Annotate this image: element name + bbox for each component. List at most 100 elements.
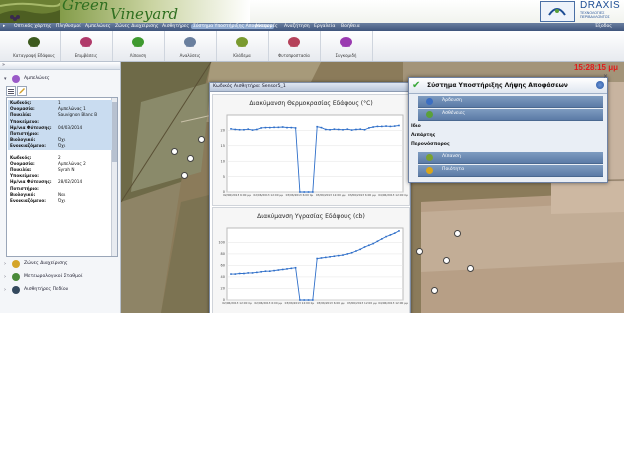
data-point[interactable] [273, 126, 275, 129]
menu-home-icon[interactable]: ▸ [3, 24, 5, 29]
data-point[interactable] [264, 270, 267, 272]
exit-link[interactable]: Έξοδος [595, 24, 612, 29]
data-point[interactable] [260, 127, 262, 129]
menu-item-management-zones[interactable]: Ζώνες Διαχείρισης [115, 24, 159, 29]
menu-item-tools[interactable]: Εργαλεία [314, 24, 335, 29]
tree-item-1[interactable]: › Μετεωρολογικοί Σταθμοί [0, 272, 120, 282]
data-point[interactable] [385, 125, 387, 127]
data-point[interactable] [389, 125, 392, 128]
data-point[interactable] [393, 232, 396, 234]
map-marker[interactable] [187, 155, 194, 162]
tool-button-4[interactable]: Κλάδεμα [216, 31, 269, 61]
data-point[interactable] [333, 255, 336, 258]
map-marker[interactable] [181, 172, 188, 179]
map-marker[interactable] [443, 257, 450, 264]
data-point[interactable] [299, 191, 301, 193]
data-point[interactable] [350, 251, 353, 254]
data-point[interactable] [294, 266, 297, 269]
map-marker[interactable] [416, 248, 423, 255]
data-point[interactable] [398, 124, 400, 127]
menu-item-reports[interactable]: Αναφορές [255, 24, 278, 29]
data-point[interactable] [234, 128, 237, 131]
data-point[interactable] [281, 126, 284, 128]
dss-item-diseases[interactable]: Ασθένειες [418, 109, 603, 121]
dss-section-2[interactable]: Λιπάρτης [409, 132, 607, 139]
tree-item-vineyards[interactable]: ▾ Αμπελώνες [0, 74, 120, 84]
data-point[interactable] [260, 270, 262, 273]
map-marker[interactable] [467, 265, 474, 272]
data-point[interactable] [286, 126, 288, 129]
tool-button-1[interactable]: Επιμβάσεις [60, 31, 113, 61]
dss-item-fertilization[interactable]: Λίπανση [418, 152, 603, 164]
data-point[interactable] [393, 125, 396, 127]
tree-item-2[interactable]: › Αισθητήρες Πεδίου [0, 285, 120, 295]
menu-item-help[interactable]: Βοήθεια [341, 24, 360, 29]
refresh-icon[interactable] [596, 81, 604, 89]
data-point[interactable] [273, 269, 275, 272]
chart-window-titlebar[interactable]: Κωδικός Αισθητήρα: Sensor5_1 [210, 83, 410, 92]
data-point[interactable] [286, 268, 288, 270]
data-point[interactable] [346, 253, 349, 255]
data-point[interactable] [355, 128, 357, 131]
vineyard-record[interactable]: Κωδικός: 2 Ονομασία: Αμπελώνας 2 Ποικιλία: Sy… [8, 155, 112, 205]
expand-arrow-icon[interactable]: › [4, 287, 6, 293]
data-point[interactable] [389, 234, 392, 236]
data-point[interactable] [238, 128, 241, 131]
collapse-panel-icon[interactable]: » [2, 62, 5, 68]
map-marker[interactable] [454, 230, 461, 237]
data-point[interactable] [256, 271, 258, 274]
data-point[interactable] [320, 126, 323, 129]
data-point[interactable] [398, 230, 400, 232]
tool-button-3[interactable]: Αναλύσεις [164, 31, 217, 61]
data-point[interactable] [350, 129, 353, 131]
data-point[interactable] [329, 128, 331, 131]
data-point[interactable] [230, 273, 232, 275]
data-point[interactable] [372, 126, 374, 128]
expand-arrow-icon[interactable]: › [4, 274, 6, 280]
data-point[interactable] [385, 235, 387, 238]
vineyard-record[interactable]: Κωδικός: 1 Ονομασία: Αμπελώνας 1 Ποικιλία: Sa… [8, 100, 112, 150]
tool-button-0[interactable]: Καταγραφή Εδάφους [8, 31, 61, 61]
data-point[interactable] [243, 272, 245, 275]
data-point[interactable] [368, 244, 370, 247]
dss-item-quality[interactable]: Ποιότητα [418, 165, 603, 177]
data-point[interactable] [312, 299, 314, 301]
sensor-chart-window[interactable]: Κωδικός Αισθητήρα: Sensor5_1 Διακύμανση … [209, 82, 411, 313]
data-point[interactable] [247, 128, 250, 130]
expand-arrow-icon[interactable]: › [4, 261, 6, 267]
data-point[interactable] [243, 128, 245, 131]
data-point[interactable] [290, 126, 293, 129]
data-point[interactable] [299, 299, 301, 301]
scrollbar-thumb[interactable] [112, 102, 117, 162]
close-icon[interactable]: × [603, 73, 608, 80]
data-point[interactable] [359, 128, 362, 130]
data-point[interactable] [307, 191, 310, 193]
menu-item-map[interactable]: Οπτικός χάρτης [14, 24, 51, 29]
data-point[interactable] [376, 240, 379, 243]
dss-section-1[interactable]: Ιδιο [409, 123, 607, 130]
data-point[interactable] [303, 191, 306, 193]
data-point[interactable] [372, 242, 374, 245]
data-point[interactable] [281, 268, 284, 271]
data-point[interactable] [342, 254, 344, 256]
data-point[interactable] [277, 126, 280, 129]
data-point[interactable] [277, 269, 280, 271]
data-point[interactable] [316, 125, 318, 128]
tree-item-0[interactable]: › Ζώνες Διαχείρισης [0, 259, 120, 269]
map-marker[interactable] [171, 148, 178, 155]
dss-item-irrigation[interactable]: Άρδευση [418, 96, 603, 108]
data-point[interactable] [363, 128, 366, 131]
data-point[interactable] [324, 128, 327, 131]
data-point[interactable] [290, 267, 293, 270]
data-point[interactable] [337, 128, 340, 131]
data-point[interactable] [234, 273, 237, 275]
data-point[interactable] [355, 250, 357, 252]
list-view-icon[interactable] [6, 86, 16, 96]
expand-arrow-icon[interactable]: ▾ [4, 76, 7, 82]
tool-button-6[interactable]: Συγκομιδή [320, 31, 373, 61]
data-point[interactable] [368, 127, 370, 129]
data-point[interactable] [312, 191, 314, 193]
data-point[interactable] [230, 128, 232, 130]
data-point[interactable] [359, 248, 362, 251]
data-point[interactable] [316, 257, 318, 260]
